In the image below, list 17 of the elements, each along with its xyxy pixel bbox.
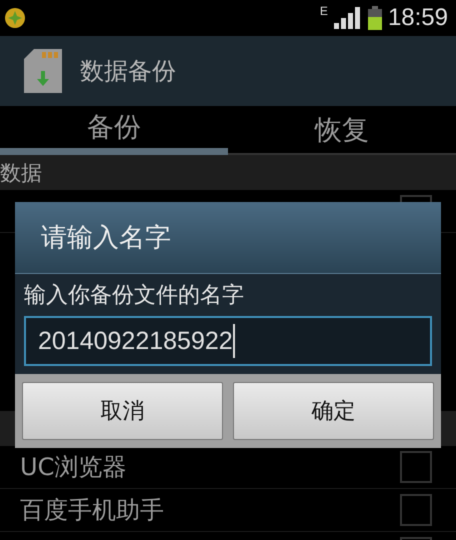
- section-header: 数据: [0, 160, 42, 186]
- app-name: 百度手机助手: [20, 495, 164, 526]
- signal-icon: [334, 7, 362, 29]
- network-type: E: [320, 4, 328, 18]
- clock-time: 18:59: [388, 4, 448, 32]
- checkbox[interactable]: [400, 451, 432, 483]
- sd-card-icon: [24, 49, 62, 93]
- clover-icon: [4, 7, 26, 29]
- app-name: UC浏览器: [20, 452, 126, 483]
- input-field[interactable]: 20140922185922: [24, 316, 432, 366]
- dialog-title: 请输入名字: [41, 222, 171, 255]
- dialog-message: 输入你备份文件的名字: [24, 282, 245, 310]
- checkbox[interactable]: [400, 494, 432, 526]
- dialog-button[interactable]: 确定: [233, 382, 434, 440]
- app-title: 数据备份: [80, 56, 176, 87]
- battery-icon: [368, 6, 382, 30]
- dialog-button[interactable]: 取消: [22, 382, 223, 440]
